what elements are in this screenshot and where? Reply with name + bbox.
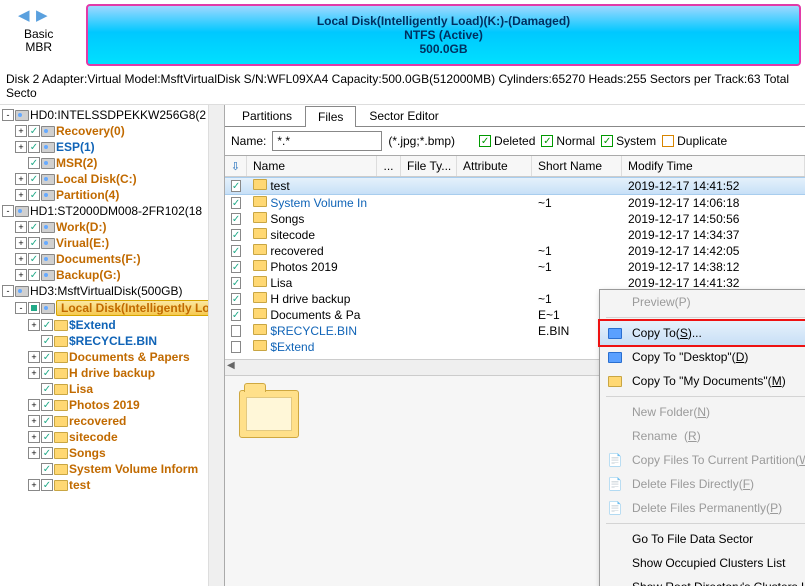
nav-back-icon[interactable]: ◀	[18, 6, 32, 24]
disk-type-label: Basic MBR	[24, 28, 53, 54]
tree-item[interactable]: +✓ Documents & Papers	[2, 349, 224, 365]
tree-item[interactable]: +✓ H drive backup	[2, 365, 224, 381]
table-row[interactable]: ✓ Photos 2019~12019-12-17 14:38:12	[225, 259, 805, 275]
menu-preview[interactable]: Preview(P)	[600, 290, 805, 314]
col-modifytime[interactable]: Modify Time	[622, 156, 805, 176]
tree-item[interactable]: +✓ ESP(1)	[2, 139, 224, 155]
menu-delete-directly[interactable]: 📄Delete Files Directly(F)	[600, 472, 805, 496]
file-grid-header[interactable]: ⇩ Name ... File Ty... Attribute Short Na…	[225, 155, 805, 177]
nav-forward-icon[interactable]: ▶	[36, 6, 50, 24]
tree-item[interactable]: +✓ Partition(4)	[2, 187, 224, 203]
col-filetype[interactable]: File Ty...	[401, 156, 457, 176]
tree-item[interactable]: +✓ Virual(E:)	[2, 235, 224, 251]
table-row[interactable]: ✓ sitecode2019-12-17 14:34:37	[225, 227, 805, 243]
col-attribute[interactable]: Attribute	[457, 156, 532, 176]
disk-tree[interactable]: - HD0:INTELSSDPEKKW256G8(2+✓ Recovery(0)…	[0, 105, 225, 586]
menu-root-clusters[interactable]: Show Root Directory's Clusters List	[600, 575, 805, 586]
tree-scrollbar[interactable]	[208, 105, 224, 586]
menu-copy-desktop[interactable]: Copy To "Desktop"(D)	[600, 345, 805, 369]
tree-item[interactable]: +✓ Backup(G:)	[2, 267, 224, 283]
tree-item[interactable]: ✓ Lisa	[2, 381, 224, 397]
table-row[interactable]: ✓ test2019-12-17 14:41:52	[225, 177, 805, 195]
col-mini[interactable]: ...	[377, 156, 401, 176]
tree-item[interactable]: ✓ MSR(2)	[2, 155, 224, 171]
tree-item[interactable]: - Local Disk(Intelligently Lo	[2, 299, 224, 317]
table-row[interactable]: ✓ recovered~12019-12-17 14:42:05	[225, 243, 805, 259]
tree-item[interactable]: ✓ System Volume Inform	[2, 461, 224, 477]
filter-name-label: Name:	[231, 134, 266, 148]
tab-files[interactable]: Files	[305, 106, 356, 127]
filter-hint: (*.jpg;*.bmp)	[388, 134, 455, 148]
tree-item[interactable]: +✓ test	[2, 477, 224, 493]
filter-system-checkbox[interactable]: ✓System	[601, 134, 656, 148]
tree-item[interactable]: +✓ Photos 2019	[2, 397, 224, 413]
folder-preview-icon	[239, 390, 299, 438]
tree-item[interactable]: +✓ Recovery(0)	[2, 123, 224, 139]
tree-item[interactable]: - HD0:INTELSSDPEKKW256G8(2	[2, 107, 224, 123]
tree-item[interactable]: - HD3:MsftVirtualDisk(500GB)	[2, 283, 224, 299]
context-menu[interactable]: Preview(P) Copy To(S)... Copy To "Deskto…	[599, 289, 805, 586]
menu-rename[interactable]: Rename (R)	[600, 424, 805, 448]
menu-copy-to[interactable]: Copy To(S)...	[600, 321, 805, 345]
disk-info-line: Disk 2 Adapter:Virtual Model:MsftVirtual…	[0, 68, 805, 105]
tree-item[interactable]: - HD1:ST2000DM008-2FR102(18	[2, 203, 224, 219]
filter-deleted-checkbox[interactable]: ✓Deleted	[479, 134, 535, 148]
menu-copy-partition[interactable]: 📄Copy Files To Current Partition(W)	[600, 448, 805, 472]
tree-item[interactable]: +✓ Work(D:)	[2, 219, 224, 235]
tree-item[interactable]: +✓ sitecode	[2, 429, 224, 445]
tab-sector-editor[interactable]: Sector Editor	[356, 105, 451, 126]
tab-partitions[interactable]: Partitions	[229, 105, 305, 126]
menu-new-folder[interactable]: New Folder(N)	[600, 400, 805, 424]
tree-item[interactable]: +✓ Local Disk(C:)	[2, 171, 224, 187]
menu-delete-permanently[interactable]: 📄Delete Files Permanently(P)	[600, 496, 805, 520]
filter-duplicate-checkbox[interactable]: Duplicate	[662, 134, 727, 148]
tree-item[interactable]: +✓ $Extend	[2, 317, 224, 333]
table-row[interactable]: ✓ Songs2019-12-17 14:50:56	[225, 211, 805, 227]
partition-banner[interactable]: Local Disk(Intelligently Load)(K:)-(Dama…	[86, 4, 801, 66]
select-all-icon[interactable]: ⇩	[231, 160, 240, 173]
tree-item[interactable]: +✓ Songs	[2, 445, 224, 461]
table-row[interactable]: ✓ System Volume In~12019-12-17 14:06:18	[225, 195, 805, 211]
tree-item[interactable]: +✓ Documents(F:)	[2, 251, 224, 267]
tree-item[interactable]: ✓ $RECYCLE.BIN	[2, 333, 224, 349]
filter-normal-checkbox[interactable]: ✓Normal	[541, 134, 595, 148]
col-shortname[interactable]: Short Name	[532, 156, 622, 176]
tree-item[interactable]: +✓ recovered	[2, 413, 224, 429]
menu-copy-documents[interactable]: Copy To "My Documents"(M)	[600, 369, 805, 393]
col-name[interactable]: Name	[247, 156, 377, 176]
filter-name-input[interactable]	[272, 131, 382, 151]
menu-occupied-clusters[interactable]: Show Occupied Clusters List	[600, 551, 805, 575]
menu-goto-sector[interactable]: Go To File Data Sector▶	[600, 527, 805, 551]
